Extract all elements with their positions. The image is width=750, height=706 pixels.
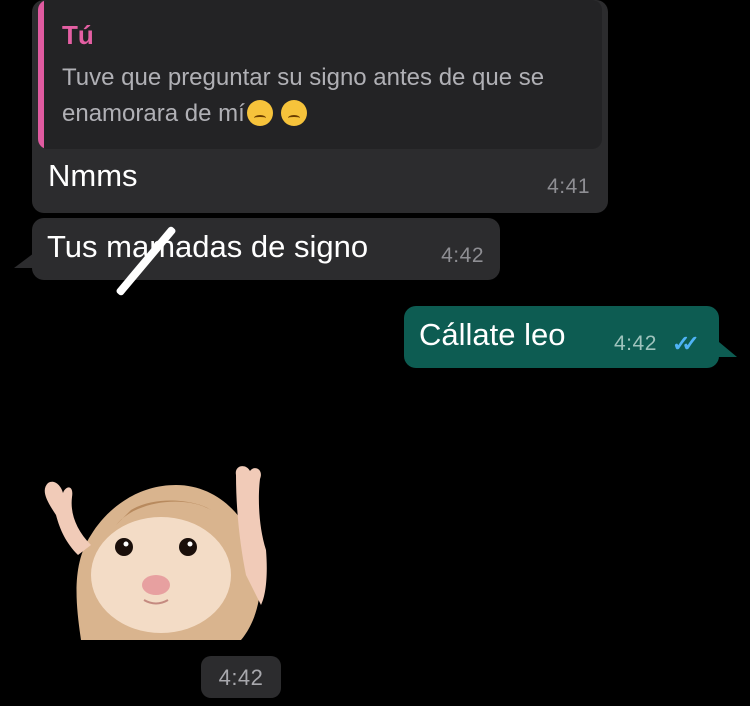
message-text: Cállate leo: [419, 317, 566, 352]
sticker-time-badge: 4:42: [201, 656, 281, 698]
sticker-left-paw: [44, 481, 91, 555]
message-text: Nmms: [48, 158, 138, 193]
reply-accent-bar: [38, 0, 44, 149]
sticker-right-eye: [179, 538, 197, 556]
message-time: 4:42: [441, 244, 484, 267]
hamster-sticker[interactable]: [36, 455, 272, 640]
sticker-nose: [142, 575, 170, 595]
message-time: 4:41: [547, 175, 590, 198]
message-text: Tus mamadas de signo: [47, 229, 369, 264]
sticker-face: [91, 517, 231, 633]
read-receipt-icon: ✓✓: [672, 331, 700, 356]
message-bubble-incoming[interactable]: Tus mamadas de signo 4:42: [32, 218, 500, 280]
reply-text-container: Tuve que preguntar su signo antes de que…: [62, 60, 582, 132]
message-bubble-incoming[interactable]: Tú Tuve que preguntar su signo antes de …: [32, 0, 608, 213]
reply-quote[interactable]: Tú Tuve que preguntar su signo antes de …: [38, 0, 602, 149]
sticker-left-eye: [115, 538, 133, 556]
weary-face-icon: [281, 100, 308, 126]
sticker-eye-shine: [123, 541, 129, 547]
reply-author: Tú: [62, 20, 94, 50]
message-bubble-outgoing[interactable]: Cállate leo 4:42 ✓✓: [404, 306, 719, 368]
crying-face-icon: [246, 100, 273, 126]
message-time: 4:42: [218, 665, 264, 690]
message-time: 4:42: [614, 332, 657, 355]
sticker-eye-shine: [187, 541, 193, 547]
